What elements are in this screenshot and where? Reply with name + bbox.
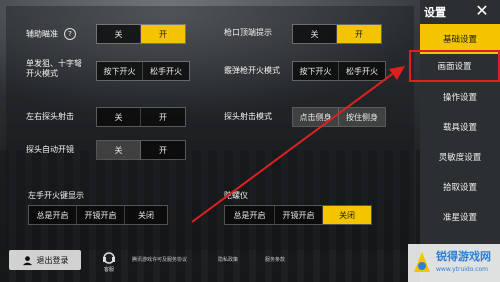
peek-mode-label: 探头射击模式 (224, 112, 272, 121)
muzzle-flash-label: 枪口顶端提示 (224, 28, 272, 37)
watermark-name: 锐得游戏网 (436, 250, 491, 263)
sidebar-item-controls[interactable]: 操作设置 (420, 82, 500, 112)
peek-fire-on[interactable]: 开 (141, 108, 185, 126)
close-icon[interactable]: ✕ (472, 2, 492, 20)
customer-service-button[interactable]: 客服 (98, 250, 120, 273)
aim-assist-label: 辅助瞄准? (26, 28, 76, 40)
auto-scope-label: 探头自动开镜 (26, 145, 74, 154)
left-fire-off[interactable]: 关闭 (125, 206, 167, 224)
single-shot-mode-label: 单发狙、十字弩 开火模式 (26, 59, 82, 78)
tap-peek-option[interactable]: 点击侧身 (293, 108, 339, 126)
customer-service-label: 客服 (103, 267, 114, 273)
aim-assist-on[interactable]: 开 (141, 25, 185, 43)
peek-fire-off[interactable]: 关 (97, 108, 141, 126)
auto-scope-off[interactable]: 关 (97, 141, 141, 159)
sidebar-title: 设置 (424, 6, 446, 19)
sidebar-item-vehicle[interactable]: 载具设置 (420, 112, 500, 142)
sidebar-item-sensitivity[interactable]: 灵敏度设置 (420, 142, 500, 172)
left-fire-scoped[interactable]: 开镜开启 (77, 206, 125, 224)
terms-link[interactable]: 服务条款 (265, 256, 285, 263)
shotgun-mode-label: 霰弹枪开火模式 (224, 66, 280, 75)
peek-fire-label: 左右探头射击 (26, 112, 74, 121)
logout-button[interactable]: 退出登录 (9, 250, 81, 270)
muzzle-flash-on[interactable]: 开 (337, 25, 381, 43)
sidebar-item-graphics[interactable]: 画面设置 (409, 50, 500, 82)
shotgun-release-fire[interactable]: 松手开火 (339, 62, 385, 80)
shotgun-press-fire[interactable]: 按下开火 (293, 62, 339, 80)
single-shot-mode-toggle[interactable]: 按下开火 松手开火 (96, 61, 190, 81)
user-icon (22, 255, 32, 265)
sidebar-item-pickup[interactable]: 拾取设置 (420, 172, 500, 202)
peek-mode-toggle[interactable]: 点击侧身 按住侧身 (292, 107, 386, 127)
help-icon[interactable]: ? (64, 28, 76, 40)
hold-peek-option[interactable]: 按住侧身 (339, 108, 385, 126)
press-fire-option[interactable]: 按下开火 (97, 62, 143, 80)
auto-scope-on[interactable]: 开 (141, 141, 185, 159)
gyroscope-scoped[interactable]: 开镜开启 (275, 206, 323, 224)
shotgun-mode-toggle[interactable]: 按下开火 松手开火 (292, 61, 386, 81)
aim-assist-toggle[interactable]: 关 开 (96, 24, 186, 44)
left-fire-always[interactable]: 总是开启 (29, 206, 77, 224)
left-fire-label: 左手开火键显示 (28, 191, 84, 200)
peek-fire-toggle[interactable]: 关 开 (96, 107, 186, 127)
privacy-link[interactable]: 隐私政策 (218, 256, 238, 263)
license-link[interactable]: 腾讯游戏许可及服务协议 (132, 256, 187, 263)
auto-scope-toggle[interactable]: 关 开 (96, 140, 186, 160)
muzzle-flash-off[interactable]: 关 (293, 25, 337, 43)
gyroscope-off[interactable]: 关闭 (323, 206, 371, 224)
game-settings-screen: 辅助瞄准? 关 开 枪口顶端提示 关 开 单发狙、十字弩 开火模式 按下开火 松… (0, 0, 500, 282)
muzzle-flash-toggle[interactable]: 关 开 (292, 24, 382, 44)
headset-icon (103, 252, 115, 264)
sidebar-item-crosshair[interactable]: 准星设置 (420, 202, 500, 232)
left-fire-toggle[interactable]: 总是开启 开镜开启 关闭 (28, 205, 168, 225)
logout-label: 退出登录 (36, 255, 69, 265)
aim-assist-off[interactable]: 关 (97, 25, 141, 43)
gyroscope-toggle[interactable]: 总是开启 开镜开启 关闭 (224, 205, 372, 225)
watermark-url: www.ytruido.com (436, 266, 489, 273)
gyroscope-always[interactable]: 总是开启 (225, 206, 275, 224)
release-fire-option[interactable]: 松手开火 (143, 62, 189, 80)
gyroscope-label: 陀螺仪 (224, 191, 248, 200)
